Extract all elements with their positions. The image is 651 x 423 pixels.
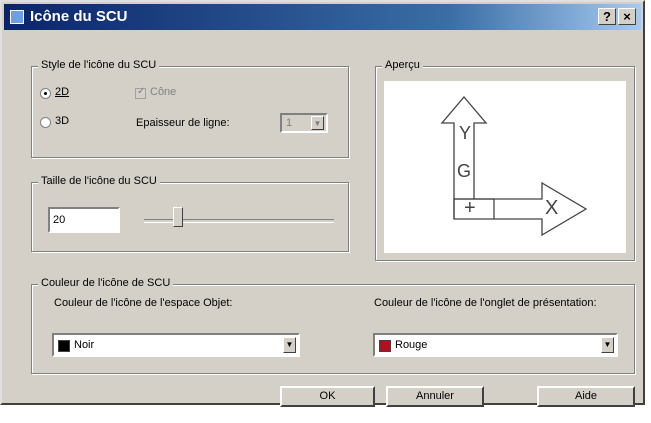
layout-color-label: Couleur de l'icône de l'onglet de présen…	[374, 297, 597, 309]
layout-color-value: Rouge	[395, 339, 428, 351]
model-color-arrow-icon[interactable]: ▼	[283, 337, 296, 353]
icon-color-legend: Couleur de l'icône de SCU	[38, 277, 174, 289]
help-question-button[interactable]: ?	[598, 8, 616, 25]
thickness-label: Epaisseur de ligne:	[136, 117, 230, 129]
model-color-swatch	[58, 340, 70, 352]
model-color-value: Noir	[74, 339, 95, 351]
icon-size-input[interactable]: 20	[48, 207, 120, 233]
title-bar[interactable]: Icône du SCU ? ×	[4, 4, 641, 30]
radio-2d-label[interactable]: 2D	[55, 86, 69, 98]
app-icon	[10, 10, 24, 24]
radio-3d-label[interactable]: 3D	[55, 115, 69, 127]
icon-size-value: 20	[53, 214, 66, 226]
cone-checkbox[interactable]: ✓	[135, 86, 146, 99]
icon-style-group: Style de l'icône du SCU 2D 3D ✓ Cône Epa…	[31, 59, 349, 158]
ucs-icon-dialog: Icône du SCU ? × Style de l'icône du SCU…	[0, 0, 645, 407]
ucs-preview-icon	[440, 95, 588, 237]
icon-size-legend: Taille de l'icône du SCU	[38, 175, 160, 187]
thickness-dropdown[interactable]: 1 ▼	[280, 113, 328, 133]
size-slider-thumb[interactable]	[173, 207, 183, 227]
cone-label: Cône	[150, 86, 177, 98]
layout-color-swatch	[379, 340, 391, 352]
preview-group: Aperçu Y G + X	[375, 59, 635, 261]
layout-color-arrow-icon[interactable]: ▼	[601, 337, 614, 353]
model-color-label: Couleur de l'icône de l'espace Objet:	[54, 297, 233, 309]
radio-2d[interactable]	[40, 88, 51, 99]
layout-color-dropdown[interactable]: Rouge ▼	[373, 333, 618, 357]
icon-style-legend: Style de l'icône du SCU	[38, 59, 160, 71]
model-color-dropdown[interactable]: Noir ▼	[52, 333, 300, 357]
thickness-value: 1	[286, 117, 293, 129]
icon-color-group: Couleur de l'icône de SCU Couleur de l'i…	[31, 277, 635, 374]
preview-y-label: Y	[459, 123, 472, 143]
icon-size-group: Taille de l'icône du SCU 20	[31, 175, 349, 252]
help-button[interactable]: Aide	[537, 386, 635, 407]
ok-button[interactable]: OK	[280, 386, 375, 407]
preview-plus-label: +	[464, 197, 476, 219]
radio-3d[interactable]	[40, 117, 51, 128]
close-button[interactable]: ×	[618, 8, 636, 25]
cancel-button[interactable]: Annuler	[386, 386, 484, 407]
preview-legend: Aperçu	[382, 59, 423, 71]
dialog-title: Icône du SCU	[30, 8, 128, 25]
thickness-arrow-icon[interactable]: ▼	[311, 116, 324, 130]
preview-g-label: G	[457, 161, 472, 181]
preview-x-label: X	[545, 197, 559, 219]
preview-canvas: Y G + X	[384, 81, 626, 253]
